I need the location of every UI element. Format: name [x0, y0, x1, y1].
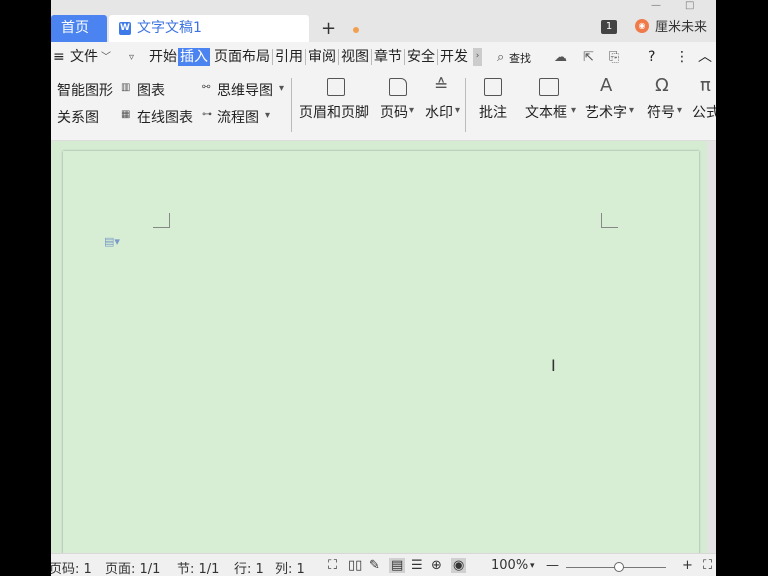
- watermark-label: 水印: [425, 105, 453, 121]
- wps-writer-window: 首页 W 文字文稿1 + — □ 1 ◉ 厘米未来 ≡ 文件 ﹀ ▿ 开始 插入…: [51, 0, 716, 576]
- menu-chapter[interactable]: 章节: [374, 48, 402, 66]
- menu-insert[interactable]: 插入: [178, 48, 210, 66]
- help-icon[interactable]: ?: [648, 48, 655, 66]
- online-chart-icon: ▦: [121, 109, 131, 120]
- status-bar: 页码: 1 页面: 1/1 节: 1/1 行: 1 列: 1 ⛶ ▯▯ ✎ ▤ …: [51, 553, 716, 576]
- status-column: 列: 1: [275, 562, 305, 576]
- web-view-icon[interactable]: ⊕: [431, 558, 442, 573]
- formula-icon: π: [700, 75, 711, 96]
- share-icon[interactable]: ⇱: [583, 50, 594, 66]
- more-icon[interactable]: ⋮: [675, 48, 689, 66]
- chevron-down-icon[interactable]: ﹀: [101, 50, 111, 66]
- writer-doc-icon: W: [119, 22, 131, 35]
- menu-review[interactable]: 审阅: [308, 48, 336, 66]
- chevron-down-icon[interactable]: ▾: [571, 105, 576, 116]
- zoom-out-button[interactable]: —: [546, 558, 559, 573]
- cloud-icon[interactable]: ☁: [554, 50, 567, 66]
- user-avatar[interactable]: ◉: [635, 19, 649, 33]
- chevron-down-icon[interactable]: ▾: [455, 105, 460, 116]
- paragraph-layout-icon[interactable]: ▤▾: [104, 235, 120, 248]
- fit-page-icon[interactable]: ⛶: [703, 558, 712, 573]
- textbox-icon: [539, 78, 559, 96]
- zoom-dropdown-icon[interactable]: ▾: [530, 561, 535, 571]
- quick-access-icon[interactable]: ▿: [129, 50, 134, 66]
- export-icon[interactable]: ⎘: [609, 50, 619, 66]
- title-bar: 首页 W 文字文稿1 + — □ 1 ◉ 厘米未来: [51, 0, 716, 42]
- menu-scroll-icon[interactable]: ›: [473, 48, 482, 66]
- chevron-down-icon[interactable]: ▾: [629, 105, 634, 116]
- text-cursor-icon: I: [551, 356, 556, 375]
- status-line: 行: 1: [234, 562, 264, 576]
- comment-label: 批注: [479, 105, 507, 121]
- chevron-down-icon[interactable]: ▾: [677, 105, 682, 116]
- status-page-code: 页码: 1: [51, 562, 92, 576]
- page-number-icon: [389, 78, 407, 96]
- formula-label: 公式: [692, 105, 716, 121]
- read-mode-icon[interactable]: ▯▯: [348, 558, 362, 573]
- textbox-label: 文本框: [525, 105, 567, 121]
- menu-references[interactable]: 引用: [275, 48, 303, 66]
- menu-developer[interactable]: 开发: [440, 48, 468, 66]
- tab-document[interactable]: W 文字文稿1: [109, 15, 359, 42]
- menu-file[interactable]: 文件: [70, 48, 98, 66]
- vertical-scrollbar[interactable]: [707, 141, 716, 553]
- window-count-badge[interactable]: 1: [601, 20, 617, 34]
- eye-protection-icon[interactable]: ◉: [451, 558, 467, 573]
- search-label[interactable]: 查找: [509, 50, 531, 68]
- chevron-down-icon[interactable]: ▾: [409, 105, 414, 116]
- flowchart-button[interactable]: 流程图: [217, 107, 259, 127]
- margin-corner-top-left: [153, 213, 170, 228]
- collapse-ribbon-icon[interactable]: ︿: [698, 48, 712, 66]
- document-canvas[interactable]: ▤▾ I: [51, 141, 716, 561]
- outline-view-icon[interactable]: ☰: [411, 558, 423, 573]
- edit-mode-icon[interactable]: ✎: [369, 558, 380, 573]
- mind-map-button[interactable]: 思维导图: [217, 80, 273, 100]
- hamburger-menu-icon[interactable]: ≡: [53, 48, 65, 66]
- maximize-icon[interactable]: □: [685, 0, 694, 11]
- mind-map-icon: ⚯: [202, 82, 211, 93]
- minimize-icon[interactable]: —: [651, 0, 661, 11]
- flowchart-icon: ⊶: [202, 109, 212, 120]
- document-page[interactable]: ▤▾ I: [63, 151, 699, 561]
- online-chart-button[interactable]: 在线图表: [137, 107, 193, 127]
- fullscreen-icon[interactable]: ⛶: [328, 558, 337, 573]
- smart-graphic-button[interactable]: 智能图形: [57, 80, 113, 100]
- status-section: 节: 1/1: [177, 562, 220, 576]
- insert-ribbon: 智能图形 ▥ 图表 ⚯ 思维导图 ▾ 关系图 ▦ 在线图表 ⊶ 流程图 ▾ 页眉…: [51, 72, 716, 141]
- comment-icon: [484, 78, 502, 96]
- symbol-label: 符号: [647, 105, 675, 121]
- word-art-label: 艺术字: [585, 105, 627, 121]
- menu-page-layout[interactable]: 页面布局: [214, 48, 270, 66]
- page-number-label: 页码: [380, 105, 408, 121]
- document-title: 文字文稿1: [137, 20, 202, 36]
- chart-button[interactable]: 图表: [137, 80, 165, 100]
- zoom-level[interactable]: 100%: [491, 558, 528, 573]
- zoom-in-button[interactable]: +: [682, 558, 693, 573]
- relation-chart-button[interactable]: 关系图: [57, 107, 99, 127]
- menu-view[interactable]: 视图: [341, 48, 369, 66]
- tab-home[interactable]: 首页: [51, 15, 107, 42]
- user-name[interactable]: 厘米未来: [655, 16, 707, 35]
- header-footer-icon: [327, 78, 345, 96]
- chevron-down-icon[interactable]: ▾: [265, 110, 270, 121]
- page-view-icon[interactable]: ▤: [389, 558, 406, 573]
- chevron-down-icon[interactable]: ▾: [279, 83, 284, 94]
- menu-bar: ≡ 文件 ﹀ ▿ 开始 插入 页面布局 引用 审阅 视图 章节 安全 开发 › …: [51, 42, 716, 72]
- word-art-icon: A: [600, 75, 613, 96]
- new-tab-button[interactable]: +: [321, 15, 336, 42]
- menu-security[interactable]: 安全: [407, 48, 435, 66]
- margin-corner-top-right: [601, 213, 618, 228]
- chart-icon: ▥: [121, 82, 131, 93]
- symbol-icon: Ω: [655, 75, 669, 96]
- header-footer-label: 页眉和页脚: [299, 105, 369, 121]
- status-page: 页面: 1/1: [105, 562, 161, 576]
- watermark-icon: ≙: [434, 76, 449, 96]
- menu-start[interactable]: 开始: [149, 48, 177, 66]
- search-icon[interactable]: ⌕: [497, 50, 504, 66]
- unsaved-dot-icon: [353, 27, 359, 33]
- zoom-slider-handle[interactable]: [614, 562, 624, 572]
